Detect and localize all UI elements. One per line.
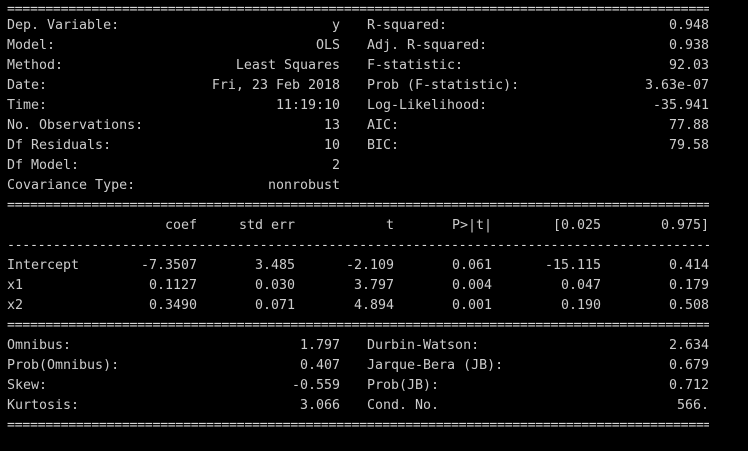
coef-cell: 0.001 — [451, 298, 492, 313]
diagnostic-value: 0.712 — [668, 378, 709, 393]
coef-row-name: Intercept — [7, 258, 80, 273]
fit-stat-key: Adj. R-squared: — [367, 38, 488, 53]
coef-cell: 0.414 — [668, 258, 709, 273]
coef-cell: 3.485 — [254, 258, 295, 273]
diagnostic-key: Skew: — [7, 378, 48, 393]
coef-cell: 0.061 — [451, 258, 492, 273]
model-info-value: nonrobust — [267, 178, 340, 193]
model-info-key: Time: — [7, 98, 48, 113]
coef-cell: 0.190 — [560, 298, 601, 313]
diagnostic-key: Kurtosis: — [7, 398, 80, 413]
coef-header: [0.025 — [552, 218, 601, 233]
model-info-value: 13 — [323, 118, 340, 133]
fit-stat-key: R-squared: — [367, 18, 448, 33]
diagnostic-key: Cond. No. — [367, 398, 440, 413]
separator-double: ========================================… — [7, 318, 709, 333]
separator-double: ========================================… — [7, 418, 709, 433]
fit-stat-key: AIC: — [367, 118, 400, 133]
model-info-key: Df Model: — [7, 158, 80, 173]
coef-cell: 0.3490 — [148, 298, 197, 313]
diagnostic-value: 0.407 — [299, 358, 340, 373]
diagnostic-key: Prob(Omnibus): — [7, 358, 120, 373]
output-console: ========================================… — [0, 0, 748, 451]
coef-cell: 3.797 — [353, 278, 394, 293]
fit-stat-value: -35.941 — [652, 98, 709, 113]
model-info-value: 2 — [331, 158, 340, 173]
diagnostic-value: 1.797 — [299, 338, 340, 353]
coef-cell: 0.179 — [668, 278, 709, 293]
fit-stat-key: BIC: — [367, 138, 400, 153]
coef-cell: 0.047 — [560, 278, 601, 293]
coef-cell: 0.1127 — [148, 278, 197, 293]
coef-header: coef — [164, 218, 197, 233]
coef-header: t — [385, 218, 394, 233]
fit-stat-value: 92.03 — [668, 58, 709, 73]
coef-cell: 0.508 — [668, 298, 709, 313]
coef-cell: 0.004 — [451, 278, 492, 293]
model-info-key: Covariance Type: — [7, 178, 136, 193]
coef-row-name: x1 — [7, 278, 24, 293]
coef-header: P>|t| — [451, 218, 492, 233]
fit-stat-value: 3.63e-07 — [644, 78, 709, 93]
model-info-value: Least Squares — [235, 58, 340, 73]
fit-stat-key: F-statistic: — [367, 58, 464, 73]
fit-stat-value: 79.58 — [668, 138, 709, 153]
model-info-key: Method: — [7, 58, 64, 73]
diagnostic-value: 0.679 — [668, 358, 709, 373]
diagnostic-value: 3.066 — [299, 398, 340, 413]
fit-stat-key: Log-Likelihood: — [367, 98, 488, 113]
coef-cell: 0.030 — [254, 278, 295, 293]
coef-header: 0.975] — [660, 218, 709, 233]
separator-double: ========================================… — [7, 198, 709, 213]
fit-stat-value: 0.948 — [668, 18, 709, 33]
model-info-key: Date: — [7, 78, 48, 93]
diagnostic-value: 566. — [676, 398, 709, 413]
coef-cell: -15.115 — [544, 258, 601, 273]
model-info-value: 10 — [323, 138, 340, 153]
model-info-value: y — [331, 18, 340, 33]
fit-stat-value: 0.938 — [668, 38, 709, 53]
model-info-key: Dep. Variable: — [7, 18, 120, 33]
model-info-key: Df Residuals: — [7, 138, 112, 153]
coef-cell: 4.894 — [353, 298, 394, 313]
coef-header: std err — [238, 218, 295, 233]
diagnostic-key: Durbin-Watson: — [367, 338, 480, 353]
diagnostic-key: Omnibus: — [7, 338, 72, 353]
fit-stat-key: Prob (F-statistic): — [367, 78, 520, 93]
page-margin — [0, 451, 748, 459]
model-info-key: Model: — [7, 38, 56, 53]
diagnostic-key: Jarque-Bera (JB): — [367, 358, 504, 373]
diagnostic-key: Prob(JB): — [367, 378, 440, 393]
coef-row-name: x2 — [7, 298, 24, 313]
coef-cell: 0.071 — [254, 298, 295, 313]
fit-stat-value: 77.88 — [668, 118, 709, 133]
coef-cell: -7.3507 — [140, 258, 197, 273]
model-info-value: 11:19:10 — [275, 98, 340, 113]
model-info-value: OLS — [315, 38, 340, 53]
diagnostic-value: -0.559 — [291, 378, 340, 393]
coef-cell: -2.109 — [345, 258, 394, 273]
diagnostic-value: 2.634 — [668, 338, 709, 353]
separator-dashed: ----------------------------------------… — [7, 238, 709, 253]
model-info-key: No. Observations: — [7, 118, 144, 133]
model-info-value: Fri, 23 Feb 2018 — [211, 78, 340, 93]
